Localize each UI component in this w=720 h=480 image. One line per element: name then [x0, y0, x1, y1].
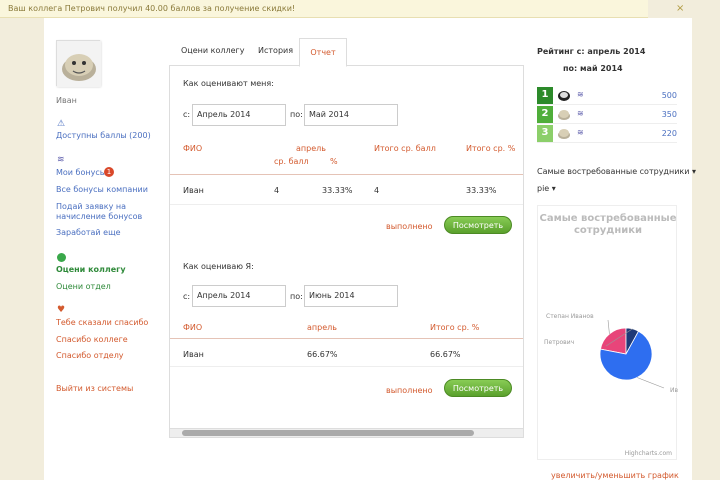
chart-credits: Highcharts.com [624, 450, 672, 457]
thank-department-link[interactable]: Спасибо отделу [56, 351, 124, 360]
pie-svg: Степан Иванов Петрович Ива [544, 313, 678, 394]
col-april: апрель [296, 144, 326, 153]
smile-icon [57, 253, 66, 262]
tab-rate-colleague[interactable]: Оцени коллегу [181, 46, 244, 55]
table1-header-divider [170, 174, 523, 175]
tab-report[interactable]: Отчет [299, 38, 347, 67]
status-done-2: выполнено [386, 386, 433, 395]
view-button-2[interactable]: Посмотреть [444, 379, 512, 397]
pie-leader-line [636, 377, 665, 389]
view-button-1[interactable]: Посмотреть [444, 216, 512, 234]
rank-row[interactable]: 2 ≋ 350 [537, 106, 677, 124]
horizontal-scrollbar[interactable] [169, 428, 524, 438]
chart-zoom-link[interactable]: увеличить/уменьшить график [551, 471, 679, 480]
thanked-you-link[interactable]: Тебе сказали спасибо [56, 318, 148, 327]
close-icon[interactable]: × [676, 3, 712, 14]
rank-points: 500 [661, 91, 677, 100]
avatar-image [57, 41, 101, 87]
report-content: Как оценивают меня: с: Апрель 2014 по: М… [169, 66, 524, 428]
t1-total-score: 4 [374, 186, 380, 195]
col-avg-score: ср. балл [274, 157, 309, 166]
to-date-input-2[interactable]: Июнь 2014 [304, 285, 398, 307]
submit-request-link-line1[interactable]: Подай заявку на [56, 202, 126, 211]
col-total-pct: Итого ср. % [466, 144, 516, 153]
t1-pct: 33.33% [322, 186, 353, 195]
t1-total-pct: 33.33% [466, 186, 497, 195]
username-label: Иван [56, 96, 77, 105]
coins-icon: ≋ [57, 155, 65, 165]
section2-title: Как оцениваю Я: [183, 262, 254, 271]
rank-avatar [558, 91, 570, 101]
earn-more-link[interactable]: Заработай еще [56, 228, 121, 237]
rank-row[interactable]: 1 ≋ 500 [537, 87, 677, 105]
notification-text: Ваш коллега Петрович получил 40.00 балло… [8, 4, 296, 13]
t2-april: 66.67% [307, 350, 338, 359]
coins-icon: ≋ [577, 109, 584, 118]
t2-name: Иван [183, 350, 204, 359]
rating-subtitle: по: май 2014 [563, 64, 623, 73]
pie-chart: Самые востребованные сотрудники Степан И… [537, 205, 678, 460]
col-percent: % [330, 157, 338, 166]
section1-title: Как оценивают меня: [183, 79, 274, 88]
from-date-input-2[interactable]: Апрель 2014 [192, 285, 286, 307]
to-label-2: по: [290, 292, 303, 301]
rank-number: 3 [537, 125, 553, 142]
to-label: по: [290, 110, 303, 119]
col2-total-pct: Итого ср. % [430, 323, 480, 332]
status-done-1: выполнено [386, 222, 433, 231]
col2-april: апрель [307, 323, 337, 332]
rate-department-link[interactable]: Оцени отдел [56, 282, 111, 291]
table2-header-divider [170, 338, 523, 339]
warning-icon: ⚠ [57, 119, 66, 129]
logout-link[interactable]: Выйти из системы [56, 384, 133, 393]
points-available-link[interactable]: Доступны баллы (200) [56, 131, 151, 140]
table2-row-divider [170, 366, 523, 367]
to-date-input-1[interactable]: Май 2014 [304, 104, 398, 126]
chart-title: Самые востребованные сотрудники [539, 213, 677, 236]
report-panel: Оцени коллегу История Отчет Как оцениваю… [169, 38, 524, 440]
table1-row-divider [170, 204, 523, 205]
rating-title: Рейтинг с: апрель 2014 [537, 47, 646, 56]
tab-bar: Оцени коллегу История Отчет [169, 38, 524, 67]
rate-colleague-link[interactable]: Оцени коллегу [56, 265, 126, 274]
pie-label: Степан Иванов [546, 313, 594, 320]
scrollbar-thumb[interactable] [182, 430, 474, 436]
col-fio: ФИО [183, 144, 203, 153]
heart-icon: ♥ [57, 305, 66, 315]
bonus-count-badge: 1 [104, 167, 114, 177]
notification-bar: Ваш коллега Петрович получил 40.00 балло… [0, 0, 648, 18]
rank-points: 220 [661, 129, 677, 138]
chart-type-select[interactable]: pie ▾ [537, 184, 556, 193]
coins-icon: ≋ [577, 128, 584, 137]
rank-avatar [558, 110, 570, 120]
t1-score: 4 [274, 186, 280, 195]
tab-history[interactable]: История [258, 46, 293, 55]
rank-number: 1 [537, 87, 553, 104]
chart-metric-select[interactable]: Самые востребованные сотрудники ▾ [537, 167, 696, 176]
t2-total-pct: 66.67% [430, 350, 461, 359]
col-total-avg: Итого ср. балл [374, 144, 436, 153]
col2-fio: ФИО [183, 323, 203, 332]
rank-points: 350 [661, 110, 677, 119]
my-bonuses-link[interactable]: Мои бонусы [56, 168, 106, 177]
rank-row[interactable]: 3 ≋ 220 [537, 125, 677, 143]
coins-icon: ≋ [577, 90, 584, 99]
from-label: с: [183, 110, 191, 119]
submit-request-link-line2[interactable]: начисление бонусов [56, 212, 142, 221]
rank-avatar [558, 129, 570, 139]
thank-colleague-link[interactable]: Спасибо коллеге [56, 335, 128, 344]
from-label-2: с: [183, 292, 191, 301]
pie-leader-line [607, 319, 610, 334]
avatar[interactable] [56, 40, 101, 87]
from-date-input-1[interactable]: Апрель 2014 [192, 104, 286, 126]
pie-label: Ива [670, 387, 678, 394]
t1-name: Иван [183, 186, 204, 195]
rank-number: 2 [537, 106, 553, 123]
pie-label: Петрович [544, 339, 574, 346]
all-company-bonuses-link[interactable]: Все бонусы компании [56, 185, 148, 194]
